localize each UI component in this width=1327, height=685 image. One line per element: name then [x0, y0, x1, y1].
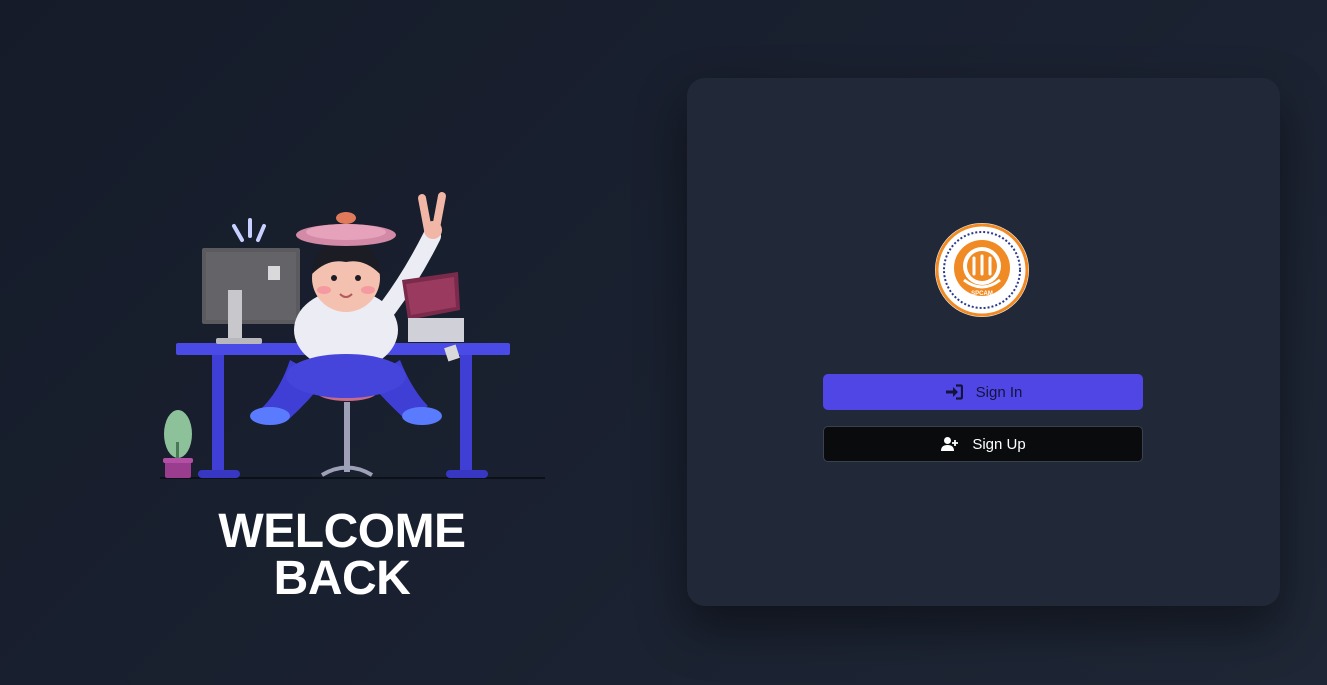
- sign-up-button[interactable]: Sign Up: [823, 426, 1143, 462]
- sign-in-icon: [944, 384, 964, 400]
- sign-in-label: Sign In: [975, 383, 1023, 401]
- welcome-line-1: WELCOME: [218, 505, 466, 558]
- welcome-panel: WELCOME BACK: [0, 0, 687, 685]
- login-page: WELCOME BACK SPCAM Sign In Sign Up: [0, 0, 1327, 685]
- sign-up-label: Sign Up: [972, 435, 1026, 453]
- sign-in-button[interactable]: Sign In: [823, 374, 1143, 410]
- person-at-desk-illustration: [160, 192, 545, 479]
- spcam-emblem-logo: SPCAM: [935, 223, 1029, 317]
- user-plus-icon: [940, 436, 960, 452]
- welcome-heading: WELCOME BACK: [142, 505, 542, 605]
- logo-text: SPCAM: [971, 291, 993, 297]
- welcome-line-2: BACK: [273, 552, 411, 605]
- auth-card: SPCAM Sign In Sign Up: [687, 78, 1280, 606]
